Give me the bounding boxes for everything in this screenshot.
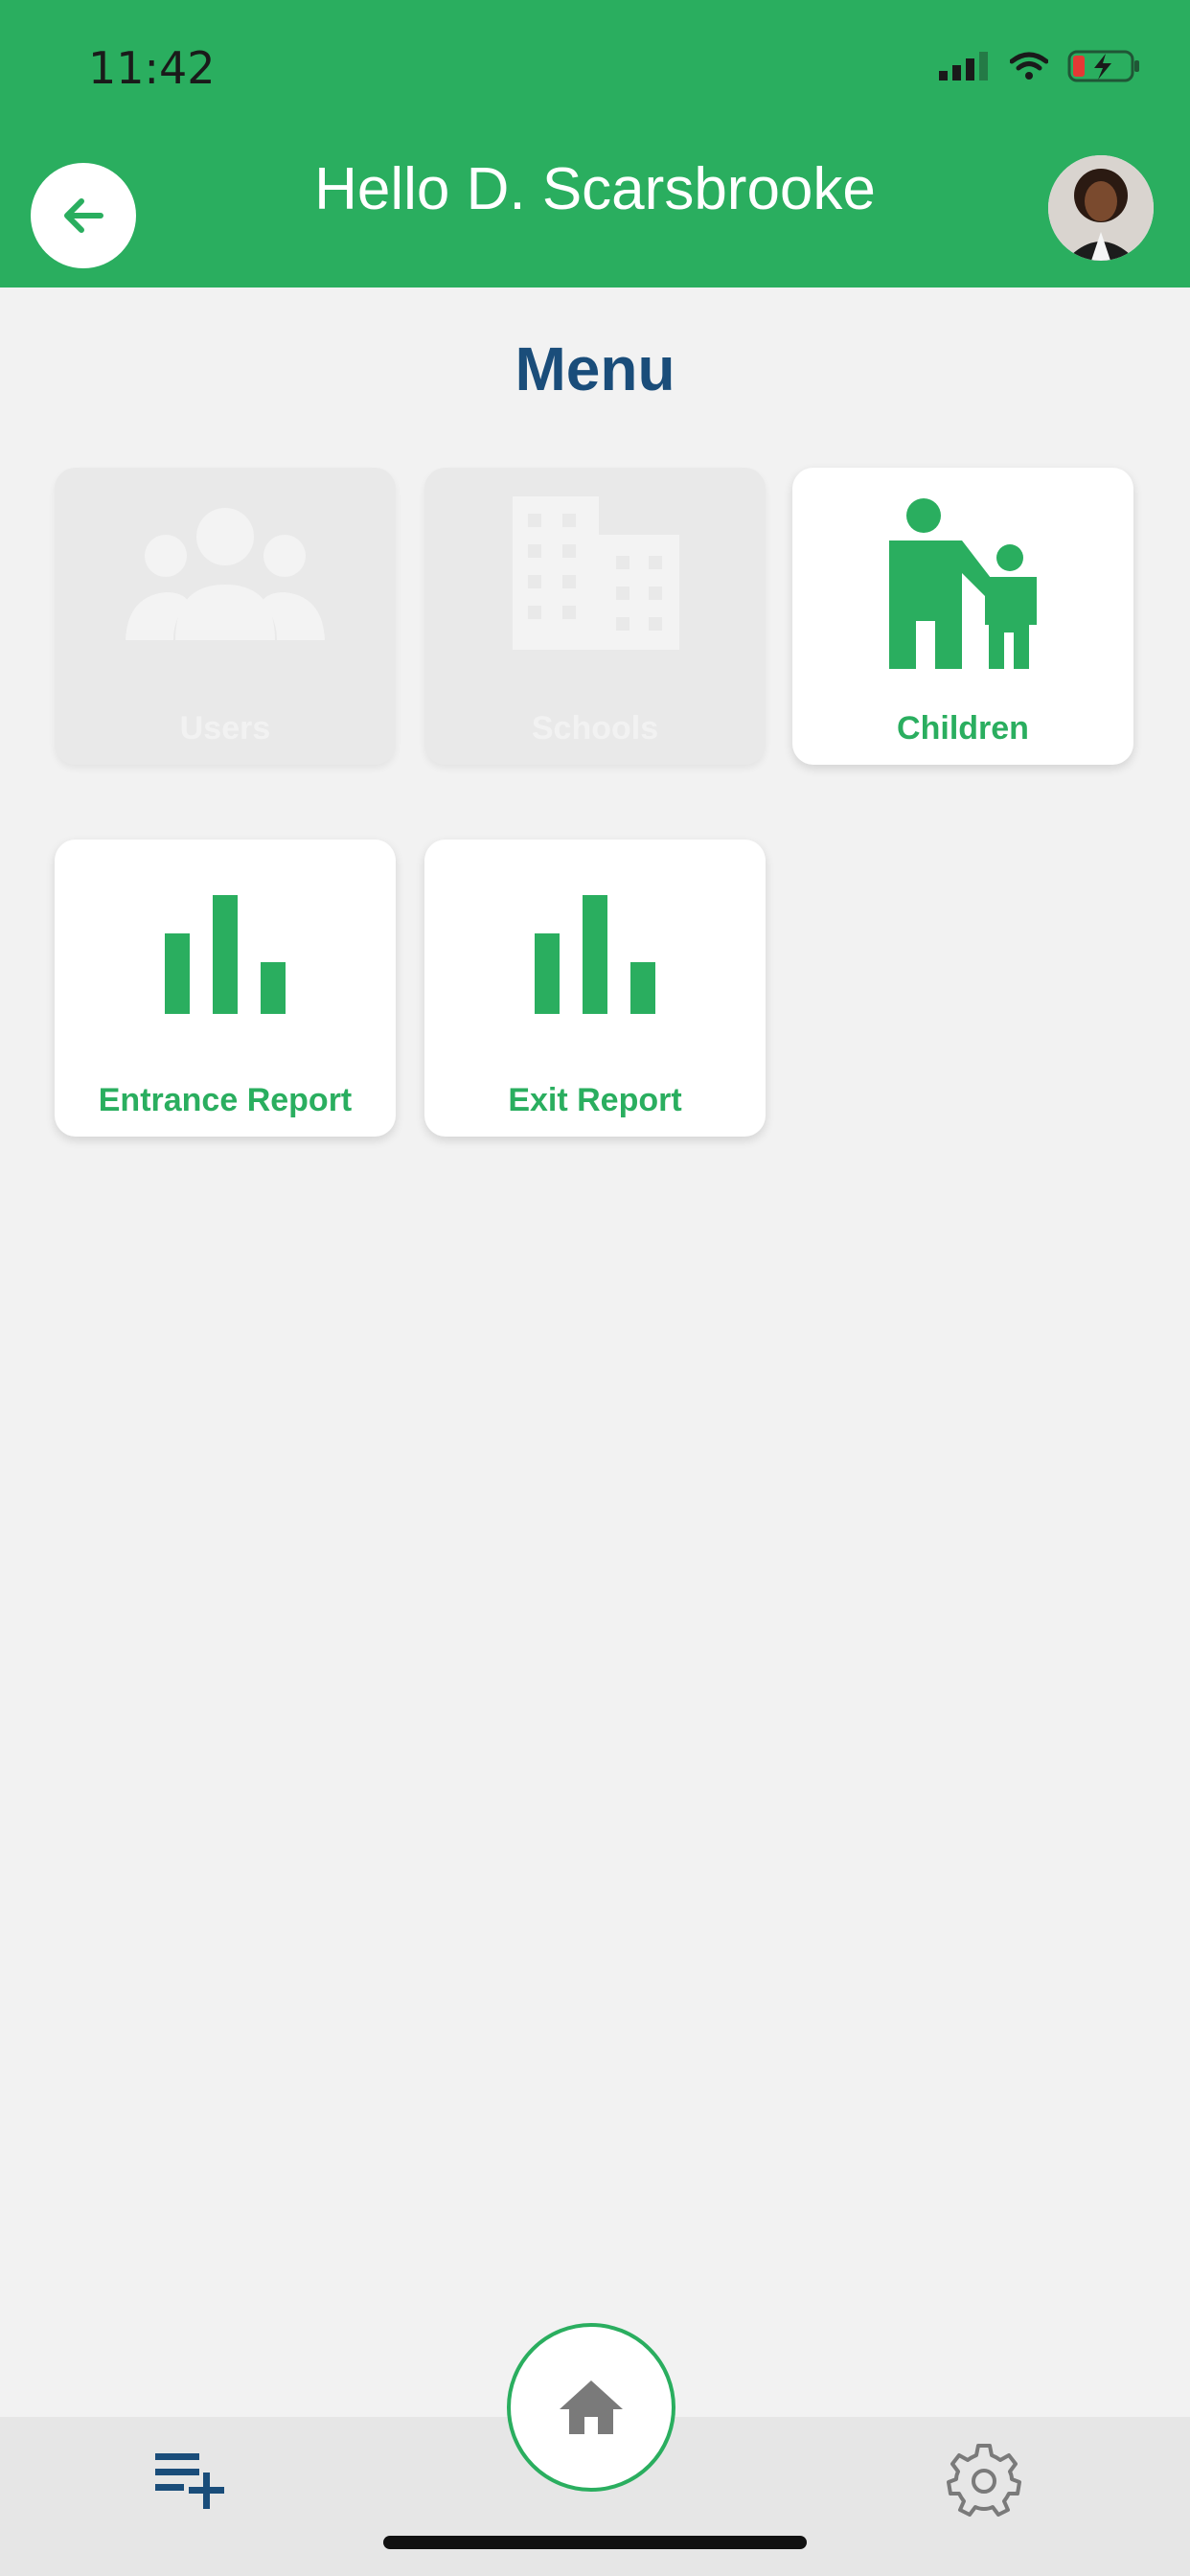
- greeting-title: Hello D. Scarsbrooke: [314, 156, 876, 222]
- status-icons: [939, 50, 1142, 82]
- entrance-report-tile[interactable]: Entrance Report: [55, 840, 396, 1137]
- bar-chart-icon: [165, 895, 286, 1014]
- parent-child-icon: [889, 498, 1037, 669]
- battery-charging-icon: [1067, 50, 1139, 82]
- tile-label: Exit Report: [508, 1082, 682, 1118]
- schools-tile[interactable]: Schools: [424, 468, 766, 765]
- home-button[interactable]: [507, 2323, 675, 2492]
- exit-report-tile[interactable]: Exit Report: [424, 840, 766, 1137]
- users-icon: [126, 508, 325, 640]
- playlist-add-button[interactable]: [155, 2448, 232, 2514]
- tile-label: Entrance Report: [98, 1082, 353, 1118]
- settings-button[interactable]: [947, 2442, 1021, 2521]
- tile-label: Users: [179, 710, 271, 747]
- tile-label: Schools: [531, 710, 659, 747]
- bar-chart-icon: [535, 895, 655, 1014]
- building-icon: [513, 496, 679, 650]
- avatar[interactable]: [1048, 155, 1154, 261]
- children-tile[interactable]: Children: [792, 468, 1133, 765]
- menu-title: Menu: [515, 334, 675, 403]
- app-header: 11:42 Hello D. Scarsbrooke: [0, 0, 1190, 288]
- profile-photo-icon: [1048, 155, 1154, 261]
- settings-gear-icon: [947, 2444, 1021, 2517]
- home-icon: [560, 2380, 623, 2434]
- signal-icon: [939, 52, 988, 80]
- home-indicator: [383, 2536, 807, 2549]
- playlist-add-icon: [155, 2453, 224, 2509]
- wifi-icon: [1010, 52, 1048, 80]
- users-tile[interactable]: Users: [55, 468, 396, 765]
- status-time: 11:42: [88, 42, 216, 94]
- tile-label: Children: [897, 710, 1029, 747]
